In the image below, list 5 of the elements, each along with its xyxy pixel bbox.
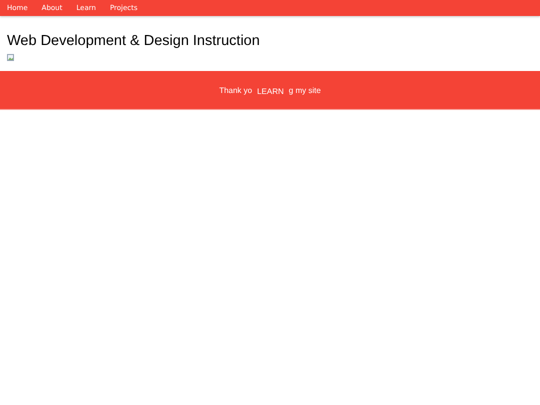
banner-text: g my site (288, 86, 321, 94)
banner-text: Thank yo (219, 86, 252, 94)
page-heading: Web Development & Design Instruction (7, 33, 261, 49)
learn-button[interactable]: LEARN (252, 86, 289, 96)
broken-image-icon (7, 54, 14, 61)
